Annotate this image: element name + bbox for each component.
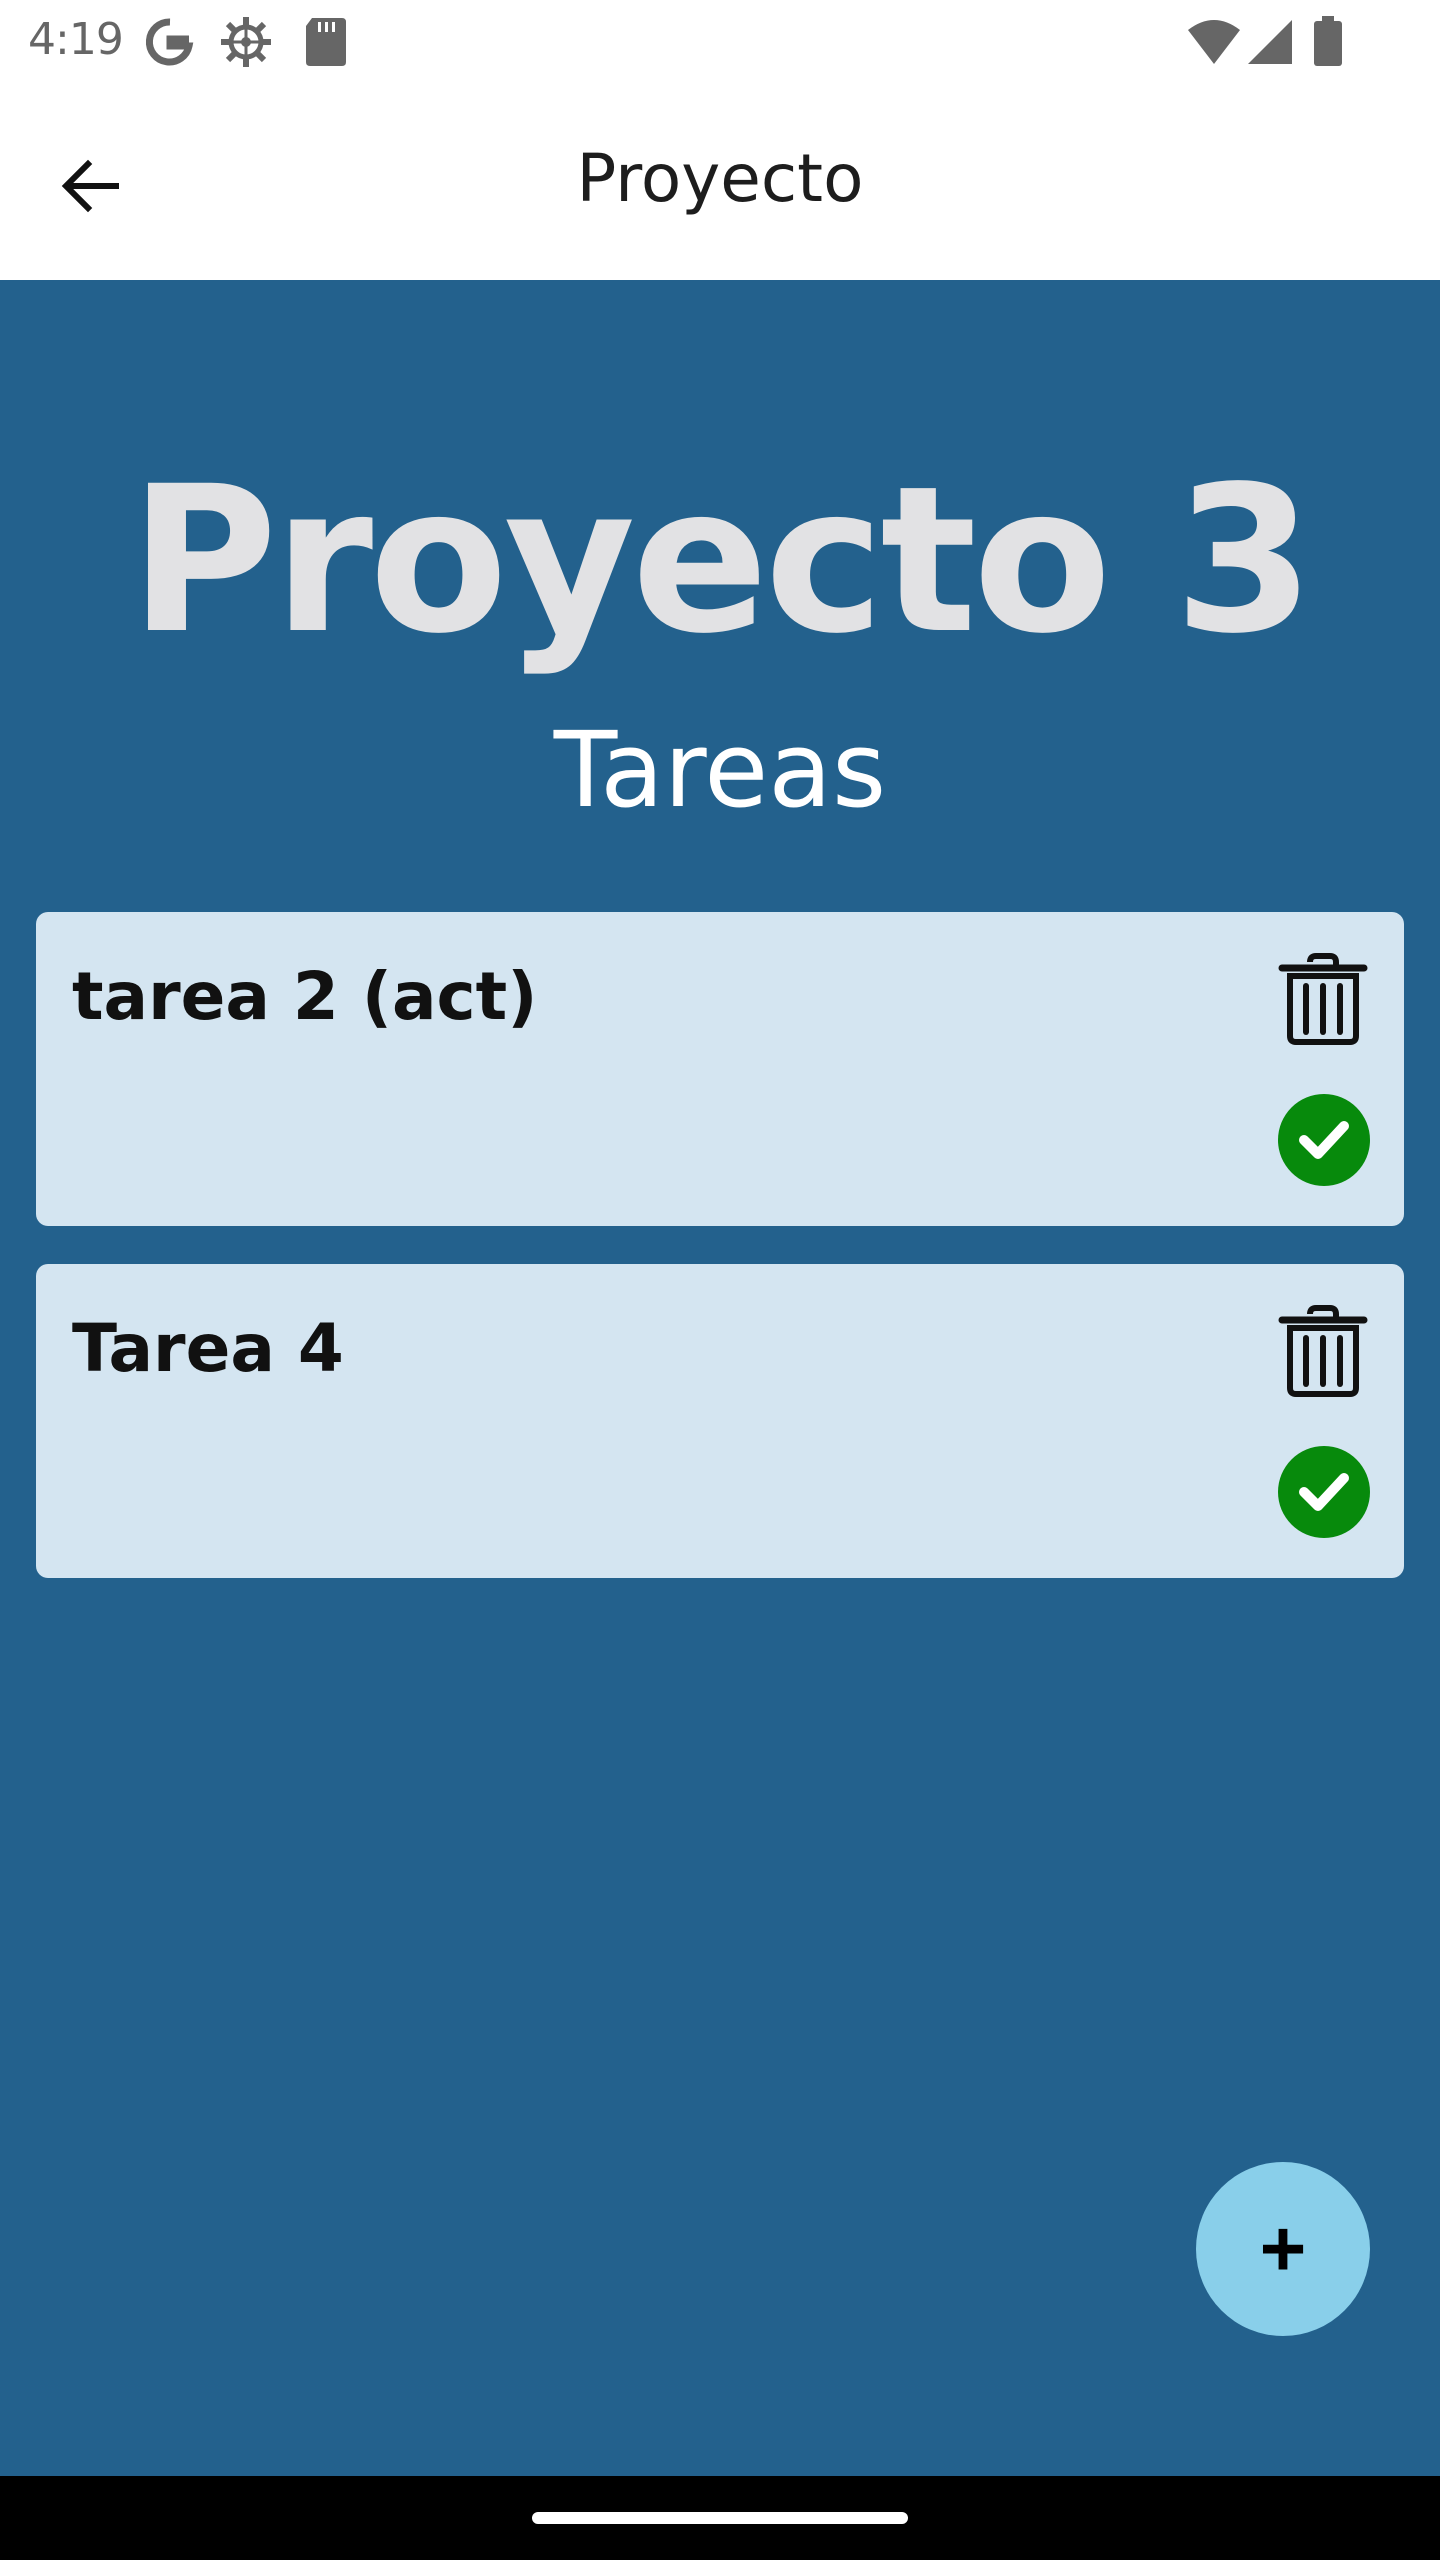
cell-signal-icon (1248, 20, 1292, 64)
app-bar: Proyecto (0, 88, 1440, 280)
navigation-bar (0, 2476, 1440, 2560)
complete-task-button[interactable] (1278, 1446, 1370, 1538)
app-title: Proyecto (576, 140, 864, 217)
task-card[interactable]: tarea 2 (act) (36, 912, 1404, 1226)
task-name: tarea 2 (act) (72, 958, 538, 1035)
task-name: Tarea 4 (72, 1310, 344, 1387)
home-gesture-handle[interactable] (532, 2512, 908, 2524)
battery-icon (1314, 16, 1342, 66)
complete-task-button[interactable] (1278, 1094, 1370, 1186)
status-time: 4:19 (28, 14, 124, 65)
plus-icon: + (1259, 2204, 1307, 2293)
screen: 4:19 Proyecto Proyecto 3 Tareas tarea 2 … (0, 0, 1440, 2560)
delete-task-button[interactable] (1278, 952, 1368, 1046)
section-title: Tareas (553, 709, 887, 831)
task-card[interactable]: Tarea 4 (36, 1264, 1404, 1578)
google-icon (145, 18, 194, 66)
check-icon (1299, 1473, 1349, 1511)
add-task-button[interactable]: + (1196, 2162, 1370, 2336)
sd-card-icon (306, 18, 346, 66)
project-title: Proyecto 3 (129, 442, 1314, 678)
trash-icon (1278, 953, 1368, 1045)
settings-gear-icon (221, 17, 271, 67)
wifi-icon (1188, 20, 1240, 64)
delete-task-button[interactable] (1278, 1304, 1368, 1398)
trash-icon (1278, 1305, 1368, 1397)
status-bar: 4:19 (0, 0, 1440, 88)
check-icon (1299, 1121, 1349, 1159)
